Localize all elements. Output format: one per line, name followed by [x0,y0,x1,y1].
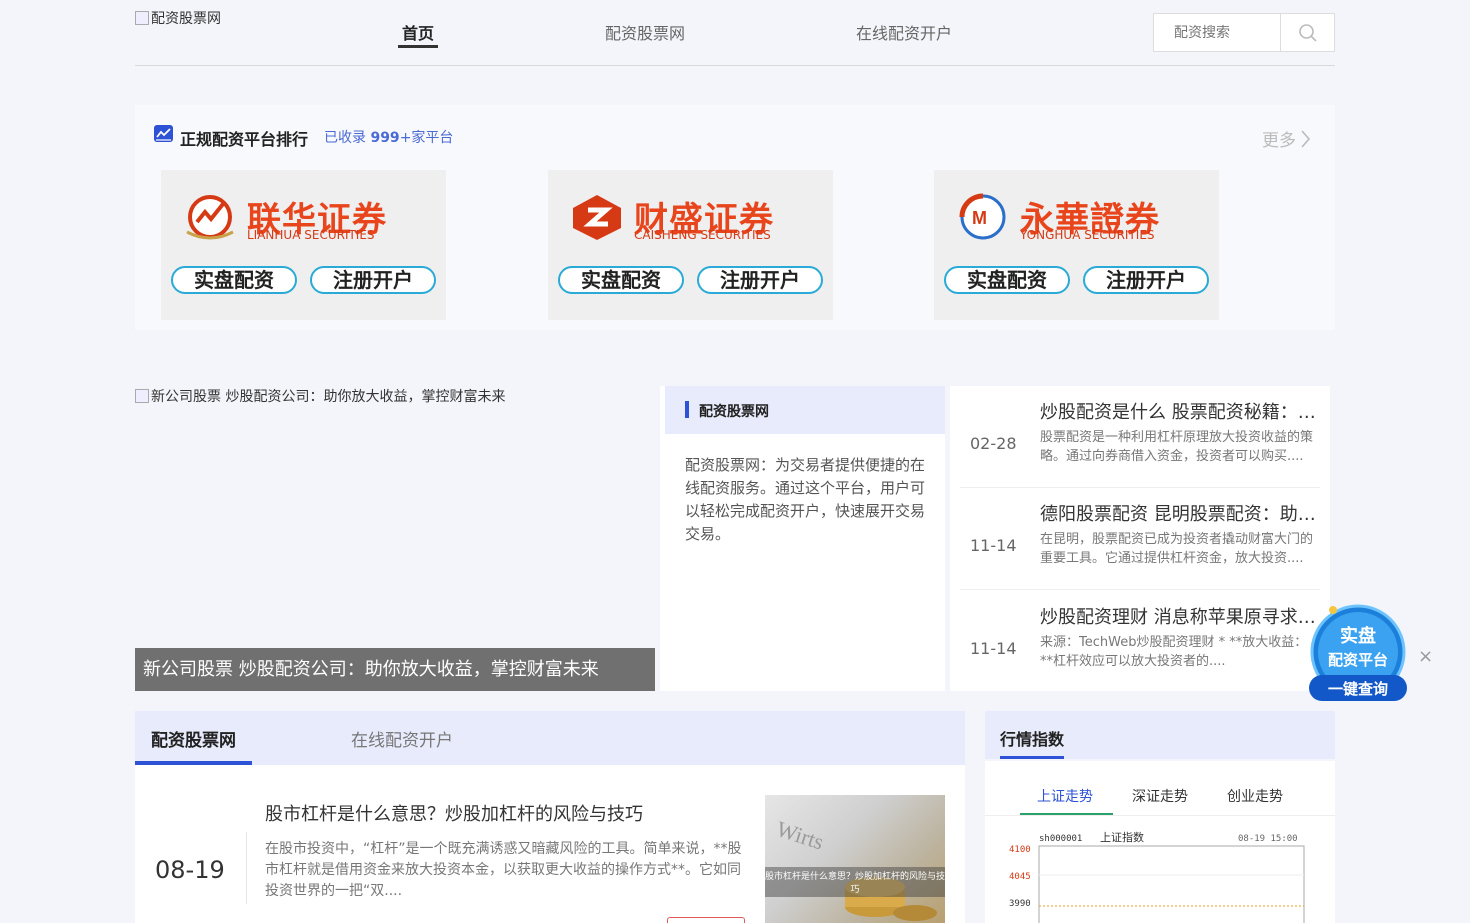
live-trading-button[interactable]: 实盘配资 [944,266,1070,294]
broker-card-yonghua[interactable]: M 永華證券 YONGHUA SECURITIES 实盘配资 注册开户 [934,170,1219,320]
nav-active-indicator [398,45,438,48]
news-summary: 在昆明，股票配资已成为投资者撬动财富大门的重要工具。它通过提供杠杆资金，放大投资… [1040,532,1314,566]
search-input[interactable] [1154,14,1280,51]
badge-line1: 实盘 [1340,625,1376,647]
y-tick: 3990 [1009,899,1031,909]
promo-badge-graphic: 实盘 配资平台 一键查询 [1309,604,1407,701]
chevron-right-icon [1301,129,1310,148]
broker-card-caisheng[interactable]: 财盛证券 CAISHENG SECURITIES 实盘配资 注册开户 [548,170,833,320]
svg-text:M: M [972,208,987,228]
news-date: 11-14 [970,536,1017,555]
list-item[interactable]: 11-14 炒股配资理财 消息称苹果原寻求与国内企业合作 来源：TechWeb炒… [960,591,1320,693]
broken-image-icon [135,389,149,403]
article-date: 08-19 [155,856,225,884]
site-logo[interactable]: 配资股票网 [135,8,221,28]
chart-name: 上证指数 [1100,830,1144,844]
chart-trend-icon [154,125,173,142]
info-card-text: 配资股票网：为交易者提供便捷的在线配资服务。通过这个平台，用户可以轻松完成配资开… [685,456,926,543]
chart-code: sh000001 [1039,834,1082,844]
close-icon[interactable]: × [1418,646,1433,667]
tab-shanghai[interactable]: 上证走势 [1037,786,1093,806]
featured-caption[interactable]: 新公司股票 炒股配资公司：助你放大收益，掌控财富未来 [135,648,655,691]
tab-peizi-gupiao[interactable]: 配资股票网 [151,726,236,751]
badge-line3: 一键查询 [1328,680,1388,698]
news-title[interactable]: 炒股配资是什么 股票配资秘籍：利用杠杆撬动财富大门 [1040,398,1318,424]
y-tick: 4045 [1009,872,1031,882]
tab-chinext[interactable]: 创业走势 [1227,786,1283,806]
news-summary: 来源：TechWeb炒股配资理财 * **放大收益：**杠杆效应可以放大投资者的… [1040,635,1308,669]
svg-text:Wirts: Wirts [773,816,826,855]
nav-home[interactable]: 首页 [402,20,434,44]
list-item[interactable]: 11-14 德阳股票配资 昆明股票配资：助力投资者撬动财富大门 在昆明，股票配资… [960,488,1320,590]
nav-online-account[interactable]: 在线配资开户 [856,20,952,44]
ranking-title: 正规配资平台排行 [180,130,309,149]
live-trading-button[interactable]: 实盘配资 [558,266,684,294]
count-value: 999 [370,130,400,146]
badge-line2: 配资平台 [1328,651,1388,669]
register-account-button[interactable]: 注册开户 [310,266,436,294]
ranking-count: 已收录 999+家平台 [324,127,453,147]
tab-shenzhen[interactable]: 深证走势 [1132,786,1188,806]
article-tabs [135,711,965,765]
nav-peizi-gupiao[interactable]: 配资股票网 [605,20,685,44]
more-link[interactable]: 更多 [1262,126,1310,151]
logo-alt-text: 配资股票网 [151,11,221,27]
chart-timestamp: 08-19 15:00 [1238,834,1298,844]
broker-subtitle: CAISHENG SECURITIES [634,228,771,242]
thumbnail-caption: 股市杠杆是什么意思？炒股加杠杆的风险与技巧 [765,867,945,897]
news-summary: 股票配资是一种利用杠杆原理放大投资收益的策略。通过向券商借入资金，投资者可以购买… [1040,430,1314,464]
news-title[interactable]: 德阳股票配资 昆明股票配资：助力投资者撬动财富大门 [1040,500,1318,526]
caisheng-logo-icon [573,195,621,240]
register-account-button[interactable]: 注册开户 [1083,266,1209,294]
chart-frame [1038,845,1305,923]
index-chart: sh000001 上证指数 08-19 15:00 4100 4045 3990 [1009,830,1305,923]
article-summary: 在股市投资中，“杠杆”是一个既充满诱惑又暗藏风险的工具。简单来说，**股市杠杆就… [265,841,742,899]
market-title-indicator [1000,756,1064,759]
y-tick: 4100 [1009,845,1031,855]
broker-subtitle: LIANHUA SECURITIES [247,228,375,242]
more-label: 更多 [1262,131,1296,151]
title-accent-bar [685,401,689,418]
register-account-button[interactable]: 注册开户 [697,266,823,294]
tab-online-account[interactable]: 在线配资开户 [351,726,453,751]
lianhua-logo-icon [186,195,234,240]
news-date: 02-28 [970,434,1017,453]
floating-promo-badge[interactable]: 实盘 配资平台 一键查询 [1305,604,1410,704]
header-divider [135,65,1335,66]
news-date: 11-14 [970,639,1017,658]
read-more-button[interactable] [667,917,745,923]
live-trading-button[interactable]: 实盘配资 [171,266,297,294]
broker-card-lianhua[interactable]: 联华证券 LIANHUA SECURITIES 实盘配资 注册开户 [161,170,446,320]
yonghua-logo-icon: M [959,193,1006,240]
count-prefix: 已收录 [324,130,366,146]
article-title[interactable]: 股市杠杆是什么意思？炒股加杠杆的风险与技巧 [265,800,643,826]
coins-graphic: Wirts [773,816,937,921]
count-suffix: +家平台 [399,130,454,146]
market-title: 行情指数 [1000,730,1065,749]
info-card-title: 配资股票网 [699,404,769,420]
broker-subtitle: YONGHUA SECURITIES [1020,228,1155,242]
search-box [1153,13,1335,52]
article-thumbnail[interactable]: Wirts 股市杠杆是什么意思？炒股加杠杆的风险与技巧 [765,795,945,923]
featured-image[interactable]: 新公司股票 炒股配资公司：助你放大收益，掌控财富未来 [135,386,505,406]
article-divider [246,832,247,904]
news-title[interactable]: 炒股配资理财 消息称苹果原寻求与国内企业合作 [1040,603,1318,629]
list-item[interactable]: 02-28 炒股配资是什么 股票配资秘籍：利用杠杆撬动财富大门 股票配资是一种利… [960,386,1320,488]
market-tab-divider [985,815,1335,816]
search-button[interactable] [1280,14,1334,51]
broken-image-icon [135,11,149,25]
featured-image-alt: 新公司股票 炒股配资公司：助你放大收益，掌控财富未来 [151,389,506,405]
search-icon [1298,23,1317,42]
